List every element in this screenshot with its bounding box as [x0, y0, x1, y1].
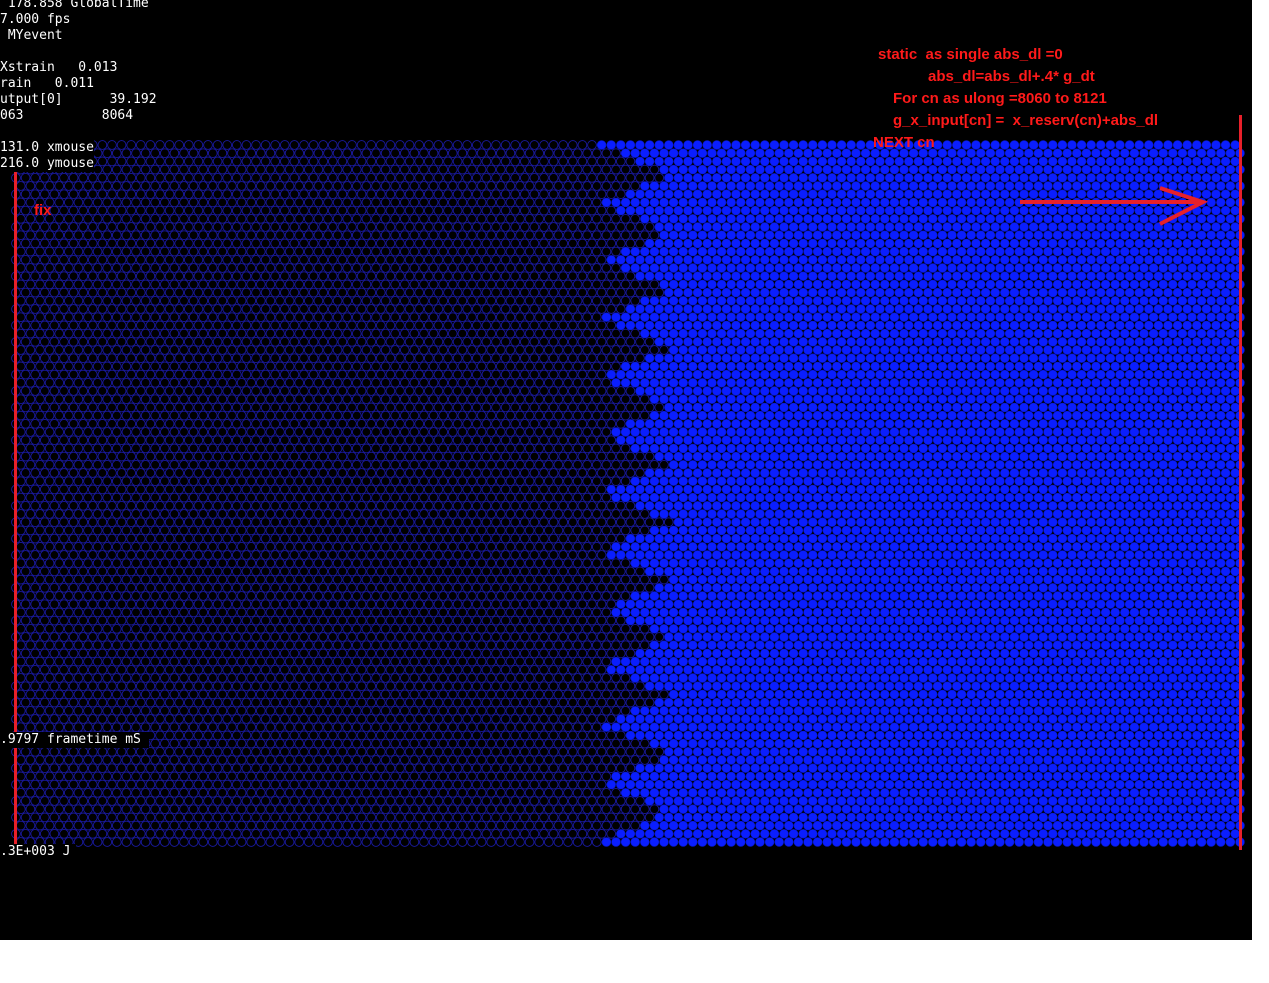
xmouse-readout: 131.0 xmouse [0, 140, 94, 156]
particle-lattice [11, 140, 1245, 847]
global-time-readout: 178.858 GlobalTime [0, 0, 149, 12]
frametime-readout: .9797 frametime mS [0, 732, 149, 748]
fix-label: fix [34, 202, 52, 219]
code-line-2: abs_dl=abs_dl+.4* g_dt [928, 68, 1095, 85]
fps-readout: 7.000 fps [0, 12, 71, 28]
ymouse-readout: 216.0 ymouse [0, 156, 94, 172]
code-line-5: NEXT cn [873, 134, 935, 151]
range-readout: 063 8064 [0, 108, 134, 124]
code-line-4: g_x_input[cn] = x_reserv(cn)+abs_dl [893, 112, 1159, 129]
code-line-1: static as single abs_dl =0 [878, 46, 1063, 63]
simulation-viewport[interactable]: 178.858 GlobalTime 7.000 fps MYevent Xst… [0, 0, 1252, 940]
code-line-3: For cn as ulong =8060 to 8121 [893, 90, 1107, 107]
left-fixed-boundary-line [14, 150, 17, 855]
pull-direction-arrow-icon [1020, 186, 1209, 226]
output-readout: utput[0] 39.192 [0, 92, 157, 108]
energy-readout: .3E+003 J [0, 844, 77, 860]
xstrain-readout: Xstrain 0.013 [0, 60, 118, 76]
event-readout: MYevent [0, 28, 63, 44]
right-moving-boundary-line [1239, 115, 1242, 850]
window-edge [1252, 0, 1269, 940]
strain-readout: rain 0.011 [0, 76, 94, 92]
